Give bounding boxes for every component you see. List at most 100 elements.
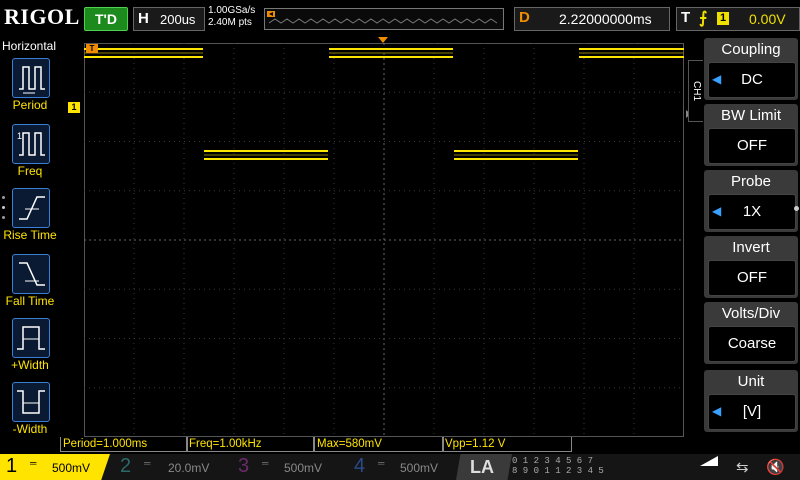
- sample-rate: 1.00GSa/s: [208, 5, 256, 16]
- la-digits-row2: 8 9 0 1 1 2 3 4 5: [512, 466, 604, 476]
- delay-value: 2.22000000ms: [559, 11, 652, 27]
- timebase-value: 200us: [160, 12, 196, 27]
- ch3-number: 3: [238, 455, 250, 477]
- memory-points: 2.40M pts: [208, 17, 252, 28]
- ch4-status[interactable]: 4 ═ 500mV: [348, 454, 458, 480]
- usb-icon: ⇆: [736, 459, 749, 476]
- period-icon: [19, 66, 45, 94]
- bw-limit-value-box: OFF: [708, 128, 796, 164]
- trigger-position-marker[interactable]: T: [86, 44, 98, 53]
- probe-title: Probe: [730, 173, 772, 190]
- invert-title: Invert: [732, 239, 770, 256]
- coupling-value: DC: [741, 71, 763, 88]
- period-label: Period: [12, 98, 48, 112]
- top-status-bar: RIGOL T'D H 200us 1.00GSa/s 2.40M pts D …: [0, 0, 800, 36]
- trigger-point-arrow[interactable]: [378, 37, 388, 43]
- unit-value-box: ◀ [V]: [708, 394, 796, 430]
- neg-width-label: -Width: [12, 422, 48, 436]
- bw-limit-softkey[interactable]: BW Limit OFF: [704, 104, 798, 166]
- coupling-title: Coupling: [721, 41, 781, 58]
- delay-box[interactable]: D 2.22000000ms: [514, 7, 670, 31]
- channel-status-bar: 1 ═ 500mV 2 ═ 20.0mV 3 ═ 500mV 4 ═ 500mV…: [0, 454, 800, 480]
- corner-indicator-icon: [700, 456, 718, 466]
- ch1-number: 1: [6, 455, 18, 477]
- fall-time-button[interactable]: [12, 254, 50, 294]
- ch1-scale: 500mV: [52, 461, 91, 475]
- freq-label: Freq: [17, 164, 43, 178]
- vpp-measurement[interactable]: Vpp=1.12 V: [442, 437, 572, 452]
- rise-time-button[interactable]: [12, 188, 50, 228]
- la-label: LA: [470, 457, 494, 477]
- memory-position-bar[interactable]: [264, 8, 504, 30]
- ch2-status[interactable]: 2 ═ 20.0mV: [114, 454, 224, 480]
- positive-width-icon: [17, 326, 45, 350]
- unit-value: [V]: [742, 403, 762, 420]
- timebase-box[interactable]: H 200us: [133, 7, 205, 31]
- ch1-offset-marker[interactable]: 1: [68, 102, 80, 113]
- bw-limit-value: OFF: [737, 137, 767, 154]
- trigger-key: T: [681, 9, 691, 26]
- ch2-scale: 20.0mV: [168, 461, 210, 475]
- probe-value: 1X: [742, 203, 762, 220]
- max-measurement[interactable]: Max=580mV: [314, 437, 444, 452]
- pos-width-button[interactable]: [12, 318, 50, 358]
- freq-measurement[interactable]: Freq=1.00kHz: [186, 437, 314, 452]
- fall-time-label: Fall Time: [5, 294, 55, 308]
- ch3-status[interactable]: 3 ═ 500mV: [232, 454, 342, 480]
- ch1-status[interactable]: 1 ═ 500mV: [0, 454, 110, 480]
- freq-button[interactable]: 1: [12, 124, 50, 164]
- coupling-softkey[interactable]: Coupling ◀ DC: [704, 38, 798, 100]
- freq-icon: 1: [17, 131, 45, 156]
- probe-softkey[interactable]: Probe ◀ 1X: [704, 170, 798, 232]
- speaker-muted-icon[interactable]: 🔇: [766, 458, 794, 476]
- page-dot-icon: [2, 206, 5, 209]
- ch4-scale: 500mV: [400, 461, 439, 475]
- horizontal-key: H: [138, 10, 149, 27]
- page-dot-icon: [794, 206, 799, 211]
- neg-width-button[interactable]: [12, 382, 50, 422]
- delay-key: D: [519, 9, 530, 26]
- menu-title: Horizontal: [2, 39, 57, 53]
- trigger-level: 0.00V: [749, 11, 786, 27]
- unit-softkey[interactable]: Unit ◀ [V]: [704, 370, 798, 432]
- pos-width-label: +Width: [11, 358, 49, 372]
- sample-info: 1.00GSa/s 2.40M pts: [208, 5, 255, 29]
- rise-time-label: Rise Time: [3, 228, 57, 242]
- negative-width-icon: [17, 390, 45, 414]
- trigger-channel-badge: 1: [717, 12, 729, 25]
- invert-value: OFF: [737, 269, 767, 286]
- la-digital-channels: 0 1 2 3 4 5 6 7 8 9 0 1 1 2 3 4 5: [512, 456, 604, 476]
- memory-waveform-icon: [267, 11, 498, 24]
- ch1-menu-tab: CH1: [688, 60, 703, 122]
- ch2-number: 2: [120, 455, 132, 477]
- page-dot-icon: [2, 196, 5, 199]
- fall-time-icon: [19, 262, 45, 286]
- page-dot-icon: [2, 216, 5, 219]
- grid-lines: [84, 43, 684, 437]
- period-button[interactable]: [12, 58, 50, 98]
- ch3-scale: 500mV: [284, 461, 323, 475]
- dc-coupling-icon: ═: [262, 458, 269, 468]
- dc-coupling-icon: ═: [378, 458, 385, 468]
- rising-edge-icon: ⨍: [699, 10, 708, 27]
- rigol-logo: RIGOL: [4, 4, 80, 29]
- unit-title: Unit: [737, 373, 765, 390]
- trigger-box[interactable]: T ⨍ 1 0.00V: [676, 7, 800, 31]
- volts-div-title: Volts/Div: [721, 305, 781, 322]
- run-state-badge[interactable]: T'D: [84, 7, 128, 31]
- invert-value-box: OFF: [708, 260, 796, 296]
- waveform-grid[interactable]: [84, 43, 684, 437]
- dc-coupling-icon: ═: [30, 458, 37, 468]
- la-button[interactable]: LA: [456, 454, 512, 480]
- svg-text:1: 1: [17, 131, 22, 141]
- la-digits-row1: 0 1 2 3 4 5 6 7: [512, 456, 594, 466]
- rise-time-icon: [19, 196, 45, 220]
- horizontal-measure-menu: Horizontal Period 1 Freq Rise Time Fall …: [0, 36, 60, 436]
- volts-div-value-box: Coarse: [708, 326, 796, 362]
- volts-div-value: Coarse: [727, 335, 777, 352]
- invert-softkey[interactable]: Invert OFF: [704, 236, 798, 298]
- period-measurement[interactable]: Period=1.000ms: [60, 437, 188, 452]
- coupling-value-box: ◀ DC: [708, 62, 796, 98]
- dc-coupling-icon: ═: [144, 458, 151, 468]
- volts-div-softkey[interactable]: Volts/Div Coarse: [704, 302, 798, 364]
